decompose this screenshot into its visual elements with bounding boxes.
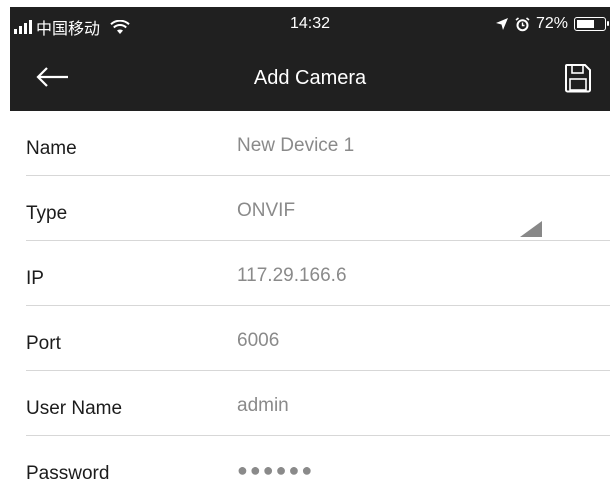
field-port-row[interactable]: Port 6006 <box>10 306 610 371</box>
battery-percent: 72% <box>535 15 568 32</box>
alarm-icon <box>515 16 530 31</box>
battery-fill <box>577 20 594 28</box>
page-title: Add Camera <box>253 67 367 89</box>
device-name-input[interactable]: New Device 1 <box>237 135 354 157</box>
top-bar: 中国移动 14:32 72% Add Camera <box>10 7 610 111</box>
field-label: IP <box>26 268 44 289</box>
field-username-row[interactable]: User Name admin <box>10 371 610 436</box>
add-camera-form: Name New Device 1 Type ONVIF IP 117.29.1… <box>10 111 610 501</box>
status-bar: 中国移动 14:32 72% <box>10 7 610 41</box>
field-label: Password <box>26 463 110 484</box>
field-label: User Name <box>26 398 123 419</box>
status-right: 72% <box>495 15 609 33</box>
floppy-disk-icon[interactable] <box>564 63 592 93</box>
field-label: Name <box>26 138 77 159</box>
field-password-row[interactable]: Password ●●●●●● <box>10 436 610 501</box>
username-input[interactable]: admin <box>237 395 289 417</box>
field-name-row[interactable]: Name New Device 1 <box>10 111 610 176</box>
dropdown-triangle-icon[interactable] <box>520 221 542 237</box>
field-label: Port <box>26 333 61 354</box>
field-label: Type <box>26 203 68 224</box>
battery-icon <box>574 17 609 31</box>
field-ip-row[interactable]: IP 117.29.166.6 <box>10 241 610 306</box>
port-input[interactable]: 6006 <box>237 330 279 352</box>
location-arrow-icon <box>495 18 508 30</box>
password-input[interactable]: ●●●●●● <box>237 460 314 481</box>
field-type-row[interactable]: Type ONVIF <box>10 176 610 241</box>
nav-bar: Add Camera <box>10 41 610 111</box>
ip-input[interactable]: 117.29.166.6 <box>237 265 347 287</box>
device-type-select[interactable]: ONVIF <box>237 200 295 222</box>
